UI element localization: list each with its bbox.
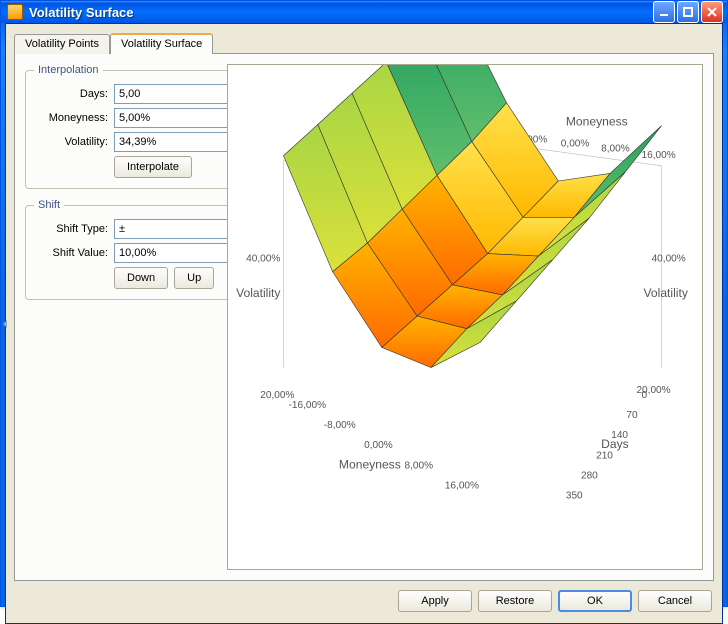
- volatility-label: Volatility:: [34, 136, 114, 148]
- apply-button[interactable]: Apply: [398, 590, 472, 612]
- surface-chart: Days Moneyness 350 280 210 140 70 0 -16,…: [227, 64, 703, 570]
- moneyness-tick: 16,00%: [641, 150, 675, 161]
- close-button[interactable]: [701, 1, 723, 23]
- shift-type-value: ±: [119, 223, 125, 235]
- axis-moneyness-title-bottom: Moneyness: [339, 457, 401, 471]
- moneyness-label: Moneyness:: [34, 112, 114, 124]
- vol-tick: 40,00%: [652, 254, 686, 265]
- moneyness-tick: -8,00%: [324, 420, 356, 431]
- dialog-button-bar: Apply Restore OK Cancel: [14, 581, 714, 615]
- left-column: Interpolation Days: Moneyness: Volatilit…: [25, 64, 217, 570]
- interpolation-legend: Interpolation: [34, 64, 103, 76]
- tab-volatility-points[interactable]: Volatility Points: [14, 34, 110, 54]
- moneyness-tick: 8,00%: [404, 460, 433, 471]
- minimize-button[interactable]: [653, 1, 675, 23]
- axis-days-title-bottom: Days: [601, 437, 629, 451]
- titlebar: Volatility Surface: [1, 1, 727, 23]
- days-tick: 210: [596, 450, 613, 461]
- restore-button[interactable]: Restore: [478, 590, 552, 612]
- tab-panel: Interpolation Days: Moneyness: Volatilit…: [14, 53, 714, 581]
- tabstrip: Volatility Points Volatility Surface: [14, 32, 714, 54]
- moneyness-tick: 0,00%: [364, 440, 393, 451]
- ok-button[interactable]: OK: [558, 590, 632, 612]
- days-tick: 0: [641, 390, 647, 401]
- shift-type-label: Shift Type:: [34, 223, 114, 235]
- cancel-button[interactable]: Cancel: [638, 590, 712, 612]
- vol-tick: 40,00%: [246, 254, 280, 265]
- maximize-button[interactable]: [677, 1, 699, 23]
- interpolate-button[interactable]: Interpolate: [114, 156, 192, 178]
- window-title: Volatility Surface: [29, 5, 134, 20]
- moneyness-tick: 8,00%: [601, 144, 630, 155]
- days-label: Days:: [34, 88, 114, 100]
- days-tick: 350: [566, 491, 583, 502]
- axis-vol-title-right: Volatility: [644, 286, 689, 300]
- axis-vol-title-left: Volatility: [236, 286, 281, 300]
- shift-legend: Shift: [34, 199, 64, 211]
- client-area: Volatility Points Volatility Surface Int…: [5, 23, 723, 624]
- moneyness-tick: -16,00%: [289, 400, 327, 411]
- moneyness-tick: 16,00%: [445, 481, 479, 492]
- shift-down-button[interactable]: Down: [114, 267, 168, 289]
- moneyness-tick: 0,00%: [561, 139, 590, 150]
- shift-value-label: Shift Value:: [34, 247, 114, 259]
- app-icon: [7, 4, 23, 20]
- axis-moneyness-title-top: Moneyness: [566, 115, 628, 129]
- app-window: Volatility Surface Volatility Points Vol…: [0, 0, 728, 607]
- tab-volatility-surface[interactable]: Volatility Surface: [110, 33, 213, 54]
- shift-up-button[interactable]: Up: [174, 267, 214, 289]
- collapse-left-panel[interactable]: [2, 304, 7, 344]
- days-tick: 280: [581, 470, 598, 481]
- surface-svg: Days Moneyness 350 280 210 140 70 0 -16,…: [228, 65, 702, 569]
- days-tick: 70: [626, 410, 638, 421]
